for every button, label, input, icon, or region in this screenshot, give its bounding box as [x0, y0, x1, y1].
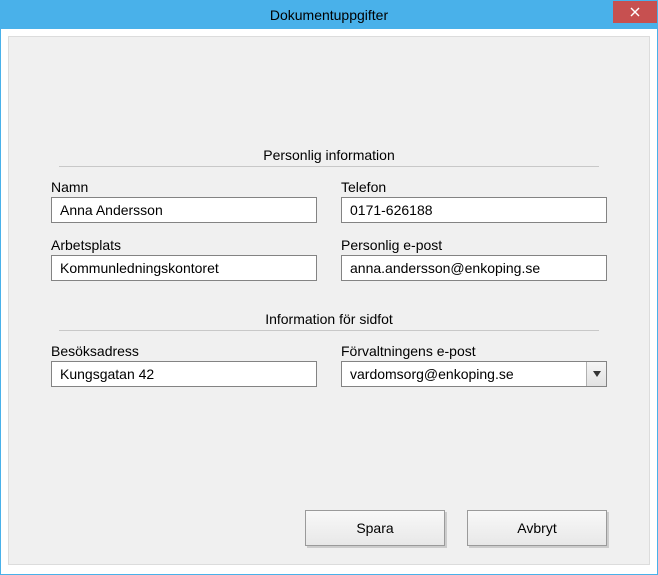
- save-button[interactable]: Spara: [305, 510, 445, 546]
- phone-label: Telefon: [341, 179, 607, 195]
- section-footer: Information för sidfot Besöksadress Förv…: [51, 311, 607, 387]
- personal-email-input[interactable]: [341, 255, 607, 281]
- section-personal: Personlig information Namn Telefon Arbet…: [51, 147, 607, 281]
- org-email-value: vardomsorg@enkoping.se: [342, 362, 586, 386]
- close-icon: [630, 5, 640, 20]
- dialog-content: Personlig information Namn Telefon Arbet…: [8, 36, 650, 565]
- phone-input[interactable]: [341, 197, 607, 223]
- window-title: Dokumentuppgifter: [270, 7, 388, 23]
- workplace-input[interactable]: [51, 255, 317, 281]
- section-personal-header: Personlig information: [59, 147, 599, 167]
- personal-email-label: Personlig e-post: [341, 237, 607, 253]
- org-email-label: Förvaltningens e-post: [341, 343, 607, 359]
- chevron-down-icon[interactable]: [586, 362, 606, 386]
- workplace-label: Arbetsplats: [51, 237, 317, 253]
- org-email-select[interactable]: vardomsorg@enkoping.se: [341, 361, 607, 387]
- name-input[interactable]: [51, 197, 317, 223]
- cancel-button[interactable]: Avbryt: [467, 510, 607, 546]
- visit-address-label: Besöksadress: [51, 343, 317, 359]
- button-bar: Spara Avbryt: [305, 510, 607, 546]
- visit-address-input[interactable]: [51, 361, 317, 387]
- dialog-window: Dokumentuppgifter Personlig information …: [0, 0, 658, 575]
- name-label: Namn: [51, 179, 317, 195]
- close-button[interactable]: [613, 1, 657, 23]
- titlebar: Dokumentuppgifter: [1, 1, 657, 29]
- section-footer-header: Information för sidfot: [59, 311, 599, 331]
